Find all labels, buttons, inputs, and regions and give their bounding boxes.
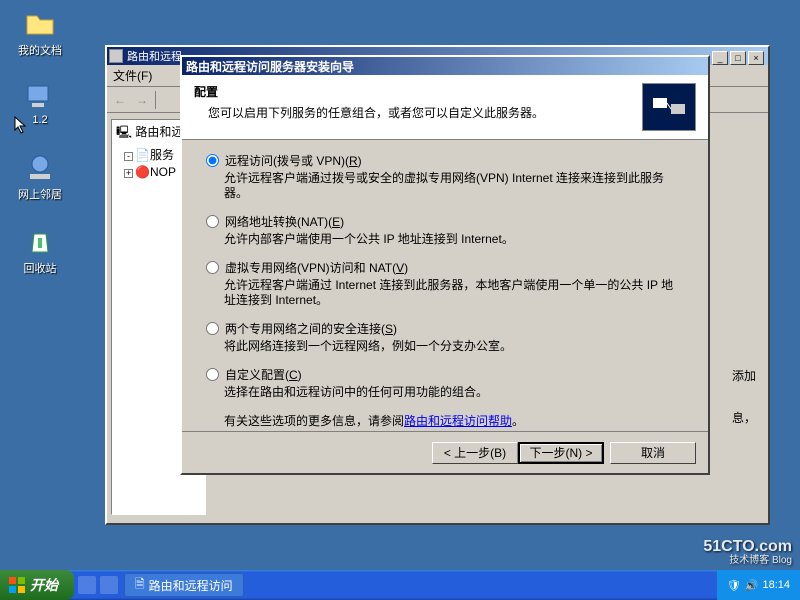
- wizard-titlebar[interactable]: 路由和远程访问服务器安装向导: [182, 57, 708, 75]
- network-icon: [24, 152, 56, 184]
- radio-custom[interactable]: [206, 368, 219, 381]
- computer-icon: [24, 80, 56, 112]
- desktop-icon-recycle[interactable]: 回收站: [10, 226, 70, 276]
- system-tray[interactable]: 🛡 🔊 18:14: [717, 570, 800, 600]
- radio-vpn-nat[interactable]: [206, 261, 219, 274]
- ql-ie-icon[interactable]: [78, 576, 96, 594]
- wizard-header: 配置 您可以启用下列服务的任意组合，或者您可以自定义此服务器。: [182, 75, 708, 140]
- option-label[interactable]: 远程访问(拨号或 VPN)(R): [225, 152, 362, 169]
- desktop-icon-12[interactable]: 1.2: [10, 80, 70, 126]
- next-button[interactable]: 下一步(N) >: [518, 442, 604, 464]
- radio-secure-conn[interactable]: [206, 322, 219, 335]
- taskbar: 开始 🗎路由和远程访问 🛡 🔊 18:14: [0, 570, 800, 600]
- forward-button[interactable]: →: [133, 91, 151, 109]
- option-label[interactable]: 网络地址转换(NAT)(E): [225, 213, 344, 230]
- start-button[interactable]: 开始: [0, 570, 74, 600]
- start-label: 开始: [30, 575, 58, 595]
- menu-file[interactable]: 文件(F): [113, 69, 152, 83]
- option-desc: 选择在路由和远程访问中的任何可用功能的组合。: [224, 385, 684, 400]
- app-icon: [109, 49, 123, 63]
- wizard-header-subtitle: 您可以启用下列服务的任意组合，或者您可以自定义此服务器。: [194, 104, 634, 121]
- quick-launch: [74, 576, 122, 594]
- more-info: 有关这些选项的更多信息，请参阅路由和远程访问帮助。: [224, 412, 684, 429]
- wizard-header-icon: [642, 83, 696, 131]
- radio-nat[interactable]: [206, 215, 219, 228]
- side-text: 添加 息，: [732, 367, 756, 427]
- option-label[interactable]: 自定义配置(C): [225, 366, 302, 383]
- clock[interactable]: 18:14: [762, 579, 790, 591]
- tray-icon[interactable]: 🛡: [727, 579, 741, 592]
- cancel-button[interactable]: 取消: [610, 442, 696, 464]
- radio-remote-access[interactable]: [206, 154, 219, 167]
- option-label[interactable]: 两个专用网络之间的安全连接(S): [225, 320, 397, 337]
- icon-label: 回收站: [10, 260, 70, 276]
- option-desc: 将此网络连接到一个远程网络，例如一个分支办公室。: [224, 339, 684, 354]
- desktop-icon-documents[interactable]: 我的文档: [10, 8, 70, 58]
- icon-label: 1.2: [10, 114, 70, 126]
- option-desc: 允许远程客户端通过拨号或安全的虚拟专用网络(VPN) Internet 连接来连…: [224, 171, 684, 201]
- option-custom: 自定义配置(C) 选择在路由和远程访问中的任何可用功能的组合。: [206, 366, 684, 400]
- option-desc: 允许内部客户端使用一个公共 IP 地址连接到 Internet。: [224, 232, 684, 247]
- taskbar-task-rras[interactable]: 🗎路由和远程访问: [124, 573, 244, 597]
- folder-icon: [24, 8, 56, 40]
- wizard-header-title: 配置: [194, 83, 634, 100]
- option-desc: 允许远程客户端通过 Internet 连接到此服务器，本地客户端使用一个单一的公…: [224, 278, 684, 308]
- watermark: 51CTO.com 技术博客 Blog: [703, 540, 792, 568]
- maximize-button[interactable]: □: [730, 51, 746, 65]
- back-button[interactable]: < 上一步(B): [432, 442, 518, 464]
- option-remote-access: 远程访问(拨号或 VPN)(R) 允许远程客户端通过拨号或安全的虚拟专用网络(V…: [206, 152, 684, 201]
- option-secure-conn: 两个专用网络之间的安全连接(S) 将此网络连接到一个远程网络，例如一个分支办公室…: [206, 320, 684, 354]
- help-link[interactable]: 路由和远程访问帮助: [404, 414, 512, 428]
- back-button[interactable]: ←: [111, 91, 129, 109]
- minimize-button[interactable]: _: [712, 51, 728, 65]
- wizard-dialog: 路由和远程访问服务器安装向导 配置 您可以启用下列服务的任意组合，或者您可以自定…: [180, 55, 710, 475]
- close-button[interactable]: ×: [748, 51, 764, 65]
- ql-desktop-icon[interactable]: [100, 576, 118, 594]
- parent-title: 路由和远程: [127, 48, 182, 64]
- option-label[interactable]: 虚拟专用网络(VPN)访问和 NAT(V): [225, 259, 408, 276]
- recycle-icon: [24, 226, 56, 258]
- wizard-footer: < 上一步(B) 下一步(N) > 取消: [182, 431, 708, 473]
- tray-icon[interactable]: 🔊: [745, 579, 759, 592]
- wizard-body: 远程访问(拨号或 VPN)(R) 允许远程客户端通过拨号或安全的虚拟专用网络(V…: [182, 140, 708, 437]
- option-nat: 网络地址转换(NAT)(E) 允许内部客户端使用一个公共 IP 地址连接到 In…: [206, 213, 684, 247]
- icon-label: 我的文档: [10, 42, 70, 58]
- icon-label: 网上邻居: [10, 186, 70, 202]
- option-vpn-nat: 虚拟专用网络(VPN)访问和 NAT(V) 允许远程客户端通过 Internet…: [206, 259, 684, 308]
- desktop-icon-network[interactable]: 网上邻居: [10, 152, 70, 202]
